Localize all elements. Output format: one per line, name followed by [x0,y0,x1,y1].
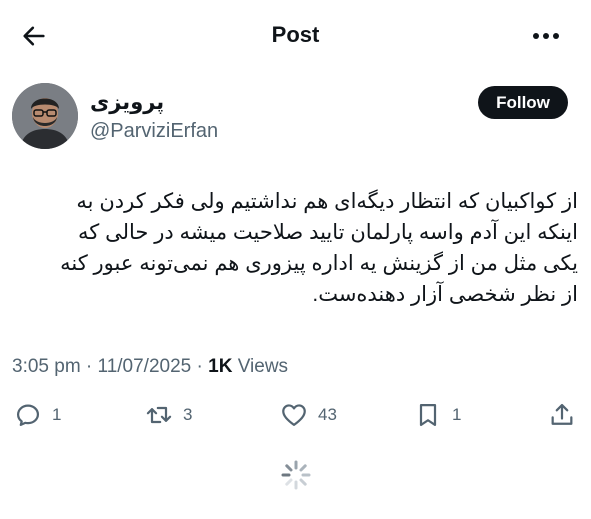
repost-icon [146,406,172,424]
tweet-line: اینکه این آدم واسه پارلمان تایید صلاحیت … [77,221,578,244]
meta-separator: · [80,356,98,377]
tweet-line: از نظر شخصی آزار دهنده‌ست. [312,283,578,306]
more-options-button[interactable] [531,24,561,48]
repost-count: 3 [183,405,193,424]
bookmark-icon [419,403,437,427]
reply-count: 1 [52,405,62,424]
share-button[interactable] [548,395,576,435]
avatar[interactable] [12,83,78,149]
like-button[interactable]: 43 [280,395,337,435]
reply-button[interactable]: 1 [14,395,61,435]
post-date[interactable]: 11/07/2025 [98,356,192,377]
tweet-text: از کواکبیان که انتظار دیگه‌ای هم نداشتیم… [14,186,578,310]
share-icon [551,403,573,425]
repost-button[interactable]: 3 [145,395,192,435]
heart-icon [282,404,306,427]
spinner-icon [281,460,311,490]
bookmark-button[interactable]: 1 [414,395,461,435]
reply-icon [16,404,40,427]
meta-separator: · [191,356,209,377]
author-handle[interactable]: @ParviziErfan [90,120,218,143]
page-title: Post [271,22,320,47]
bookmark-count: 1 [452,405,462,424]
top-bar: Post [0,0,591,70]
tweet-line: از کواکبیان که انتظار دیگه‌ای هم نداشتیم… [76,190,578,213]
more-horizontal-icon [533,33,559,39]
like-count: 43 [318,405,337,424]
action-bar: 1 3 43 1 [0,395,591,435]
follow-button[interactable]: Follow [478,86,568,119]
views-label: Views [232,356,289,377]
author-display-name[interactable]: پرویزی [90,90,164,115]
loading-spinner [280,459,312,491]
tweet-line: یکی مثل من از گزینش یه اداره پیزوری هم ن… [60,252,578,275]
profile-photo [12,83,78,149]
tweet-meta: 3:05 pm · 11/07/2025 · 1K Views [12,356,288,378]
post-time[interactable]: 3:05 pm [12,356,81,377]
views-count: 1K [208,356,233,377]
